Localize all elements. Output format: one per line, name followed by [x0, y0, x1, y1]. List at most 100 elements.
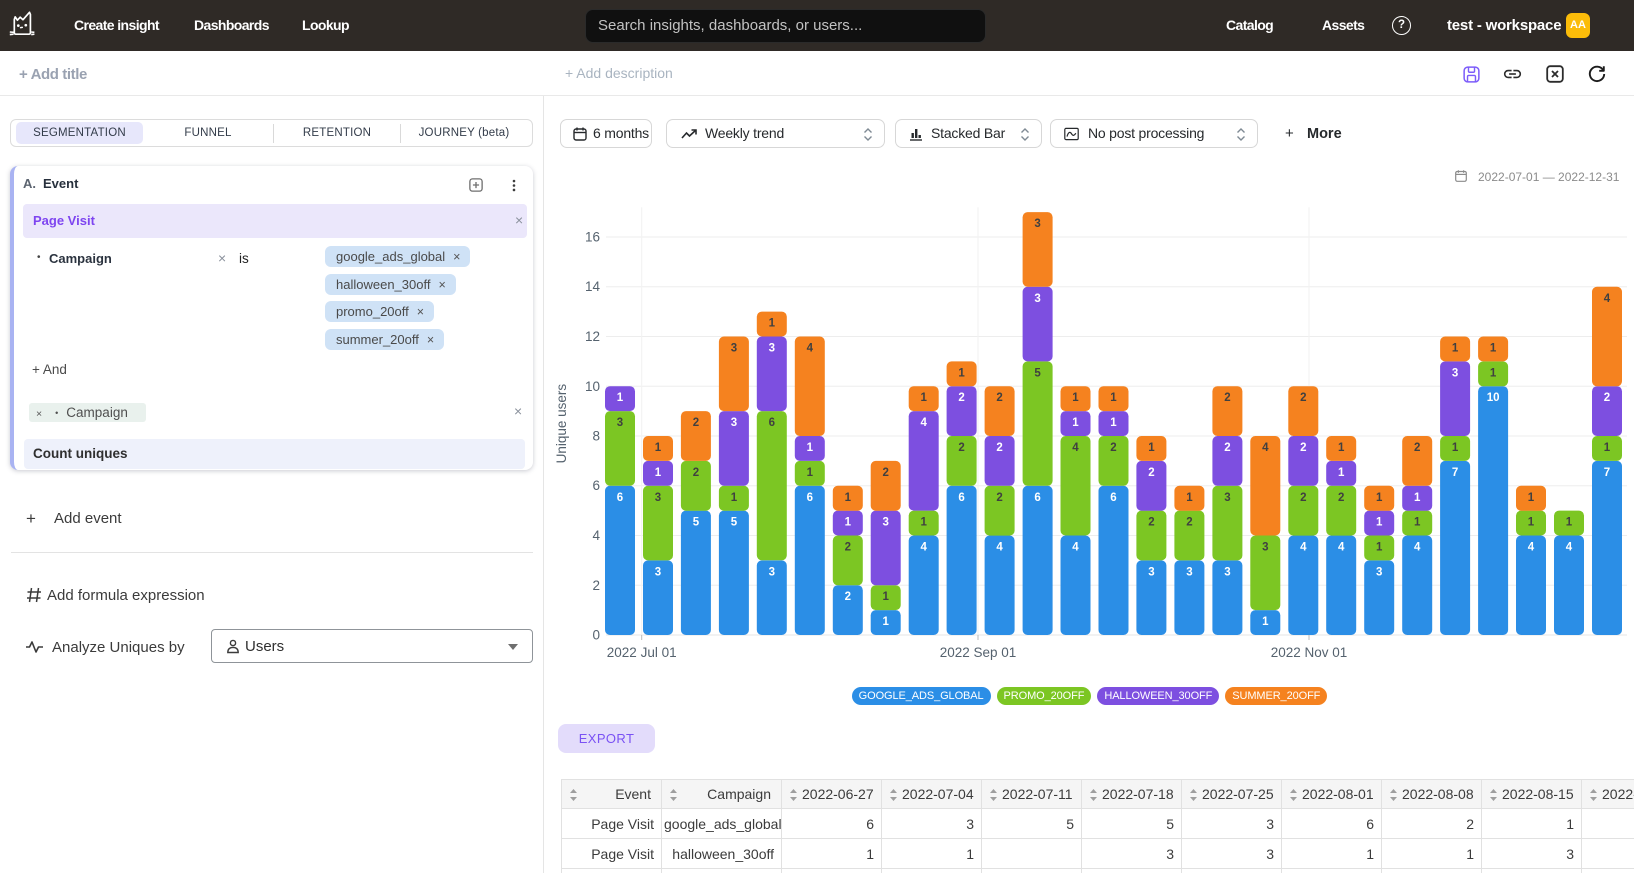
svg-text:2: 2: [1300, 492, 1306, 504]
svg-text:1: 1: [655, 442, 662, 454]
svg-text:5: 5: [693, 517, 700, 529]
svg-text:6: 6: [592, 478, 600, 493]
svg-text:3: 3: [655, 492, 661, 504]
svg-text:6: 6: [958, 492, 964, 504]
svg-text:1: 1: [1452, 343, 1459, 355]
svg-text:1: 1: [845, 517, 852, 529]
svg-text:14: 14: [585, 279, 601, 294]
svg-text:3: 3: [731, 417, 737, 429]
svg-text:1: 1: [1072, 417, 1079, 429]
svg-text:2: 2: [1148, 517, 1154, 529]
svg-text:3: 3: [731, 343, 737, 355]
svg-text:2: 2: [1414, 442, 1420, 454]
svg-text:3: 3: [617, 417, 623, 429]
svg-text:4: 4: [920, 417, 927, 429]
svg-text:1: 1: [1338, 442, 1345, 454]
svg-text:2: 2: [1110, 442, 1116, 454]
svg-text:2: 2: [1224, 442, 1230, 454]
svg-text:8: 8: [592, 429, 600, 444]
svg-text:3: 3: [769, 343, 775, 355]
svg-text:4: 4: [920, 542, 927, 554]
svg-text:1: 1: [1414, 492, 1421, 504]
svg-text:Unique users: Unique users: [554, 384, 569, 464]
svg-text:2: 2: [958, 392, 964, 404]
svg-text:1: 1: [1186, 492, 1193, 504]
svg-text:7: 7: [1604, 467, 1610, 479]
svg-text:10: 10: [585, 379, 600, 394]
svg-text:4: 4: [592, 528, 600, 543]
svg-text:6: 6: [617, 492, 623, 504]
svg-text:4: 4: [1072, 442, 1079, 454]
svg-text:2: 2: [1300, 392, 1306, 404]
svg-text:4: 4: [1604, 293, 1611, 305]
svg-text:1: 1: [731, 492, 738, 504]
svg-text:2: 2: [592, 578, 600, 593]
svg-text:2: 2: [1300, 442, 1306, 454]
svg-text:3: 3: [1186, 566, 1192, 578]
svg-text:1: 1: [920, 517, 927, 529]
svg-text:4: 4: [807, 343, 814, 355]
svg-text:1: 1: [1604, 442, 1611, 454]
svg-text:2022 Jul 01: 2022 Jul 01: [607, 645, 677, 660]
svg-text:4: 4: [1072, 542, 1079, 554]
svg-text:1: 1: [1452, 442, 1459, 454]
svg-text:3: 3: [1148, 566, 1154, 578]
svg-text:3: 3: [1376, 566, 1382, 578]
svg-text:1: 1: [617, 392, 624, 404]
svg-text:5: 5: [1034, 367, 1041, 379]
svg-text:2022 Sep 01: 2022 Sep 01: [940, 645, 1017, 660]
svg-text:2: 2: [1224, 392, 1230, 404]
svg-text:1: 1: [1148, 442, 1155, 454]
svg-text:6: 6: [1110, 492, 1116, 504]
svg-text:3: 3: [1262, 542, 1268, 554]
svg-text:3: 3: [655, 566, 661, 578]
svg-text:4: 4: [1338, 542, 1345, 554]
svg-text:1: 1: [958, 367, 965, 379]
svg-text:1: 1: [920, 392, 927, 404]
svg-text:16: 16: [585, 230, 600, 245]
svg-text:2: 2: [1604, 392, 1610, 404]
svg-text:1: 1: [1528, 517, 1535, 529]
svg-text:2: 2: [1148, 467, 1154, 479]
svg-text:3: 3: [1034, 218, 1040, 230]
svg-text:1: 1: [1414, 517, 1421, 529]
svg-text:4: 4: [1300, 542, 1307, 554]
svg-text:2: 2: [996, 392, 1002, 404]
svg-text:10: 10: [1487, 392, 1500, 404]
svg-text:3: 3: [1224, 492, 1230, 504]
svg-text:1: 1: [1376, 492, 1383, 504]
svg-text:3: 3: [1452, 367, 1458, 379]
svg-text:5: 5: [731, 517, 738, 529]
svg-text:1: 1: [1110, 417, 1117, 429]
svg-text:12: 12: [585, 329, 600, 344]
svg-text:0: 0: [592, 628, 600, 643]
svg-text:2: 2: [845, 542, 851, 554]
svg-text:4: 4: [1566, 542, 1573, 554]
svg-text:2: 2: [996, 442, 1002, 454]
svg-text:2: 2: [1186, 517, 1192, 529]
svg-text:6: 6: [807, 492, 813, 504]
svg-text:4: 4: [996, 542, 1003, 554]
svg-text:2: 2: [693, 417, 699, 429]
svg-text:1: 1: [807, 467, 814, 479]
svg-text:1: 1: [882, 591, 889, 603]
svg-text:1: 1: [882, 616, 889, 628]
svg-text:1: 1: [1262, 616, 1269, 628]
svg-text:1: 1: [1566, 517, 1573, 529]
svg-text:1: 1: [1490, 343, 1497, 355]
svg-text:3: 3: [1034, 293, 1040, 305]
svg-text:1: 1: [845, 492, 852, 504]
svg-text:3: 3: [882, 517, 888, 529]
svg-text:1: 1: [807, 442, 814, 454]
svg-text:1: 1: [1376, 517, 1383, 529]
svg-text:1: 1: [655, 467, 662, 479]
svg-text:1: 1: [1376, 542, 1383, 554]
svg-text:2: 2: [1338, 492, 1344, 504]
svg-text:1: 1: [1528, 492, 1535, 504]
svg-text:6: 6: [769, 417, 775, 429]
svg-text:4: 4: [1414, 542, 1421, 554]
svg-text:6: 6: [1034, 492, 1040, 504]
svg-text:7: 7: [1452, 467, 1458, 479]
svg-text:3: 3: [1224, 566, 1230, 578]
svg-text:1: 1: [1110, 392, 1117, 404]
